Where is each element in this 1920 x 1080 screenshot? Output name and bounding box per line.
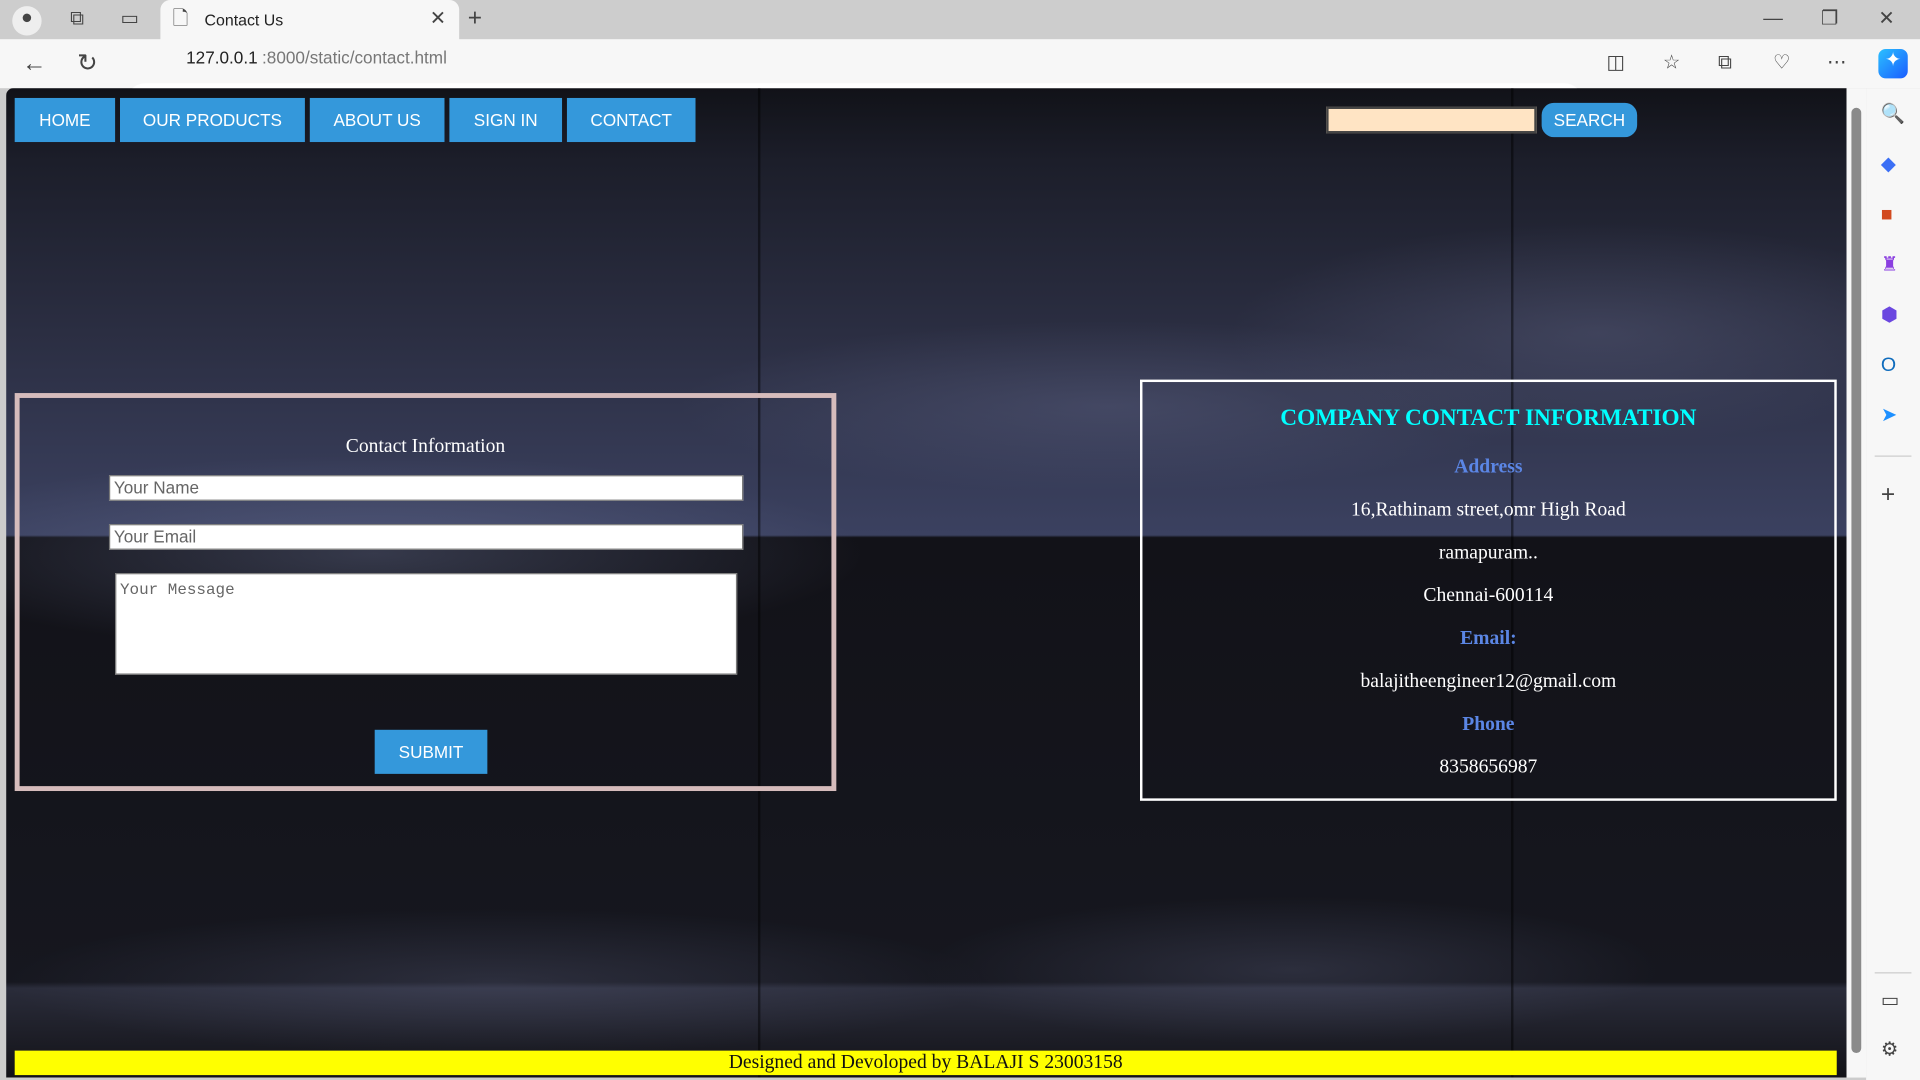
profile-icon[interactable]: ● [12,6,42,36]
name-input[interactable]: Your Name [108,475,744,501]
hide-sidebar-icon[interactable]: ▭ [1881,989,1900,1013]
new-tab-icon[interactable]: + [468,6,482,30]
email-label: Email: [1460,628,1517,649]
submit-button[interactable]: SUBMIT [374,729,488,774]
divider [1874,455,1912,457]
refresh-icon[interactable]: ↻ [77,51,98,75]
workspaces-icon[interactable]: ⧉ [64,7,91,31]
settings-gear-icon[interactable]: ⚙ [1881,1038,1899,1062]
office-icon[interactable]: ⬢ [1881,304,1898,328]
email-value: balajitheengineer12@gmail.com [1360,671,1617,692]
back-icon[interactable]: ← [22,51,46,75]
scrollbar-thumb[interactable] [1851,107,1862,1054]
nav-sign-in[interactable]: SIGN IN [449,97,563,143]
address-bar-row: ← ↻ i 127.0.0.1 :8000/static/contact.htm… [0,39,1920,122]
email-input[interactable]: Your Email [108,524,744,550]
tools-icon[interactable]: ■ [1881,203,1893,227]
page-content: HOME OUR PRODUCTS ABOUT US SIGN IN CONTA… [6,88,1847,1078]
url-path[interactable]: :8000/static/contact.html [262,48,447,69]
close-tab-icon[interactable]: ✕ [430,7,446,31]
phone-value: 8358656987 [1439,756,1538,778]
nav-contact[interactable]: CONTACT [566,97,696,143]
form-title: Contact Information [345,435,506,457]
games-icon[interactable]: ♜ [1881,253,1899,277]
search-icon[interactable]: 🔍 [1881,103,1905,127]
tab-actions-icon[interactable]: ▭ [116,7,143,31]
url-host[interactable]: 127.0.0.1 [186,48,257,69]
address-line: Chennai-600114 [1423,585,1554,607]
browser-essentials-icon[interactable]: ♡ [1773,51,1791,75]
shopping-tag-icon[interactable]: ◆ [1881,153,1896,177]
page-icon: 🗋 [172,8,189,30]
contact-form: Contact Information Your Name Your Email… [14,393,837,792]
company-info-title: COMPANY CONTACT INFORMATION [1280,405,1697,432]
send-icon[interactable]: ➤ [1881,404,1897,428]
close-window-icon[interactable]: ✕ [1878,7,1894,31]
nav-our-products[interactable]: OUR PRODUCTS [120,97,305,143]
address-line: ramapuram.. [1438,542,1538,564]
nav-home[interactable]: HOME [14,97,116,143]
add-icon[interactable]: + [1881,482,1895,506]
tab-bar: ● ⧉ ▭ 🗋 Contact Us ✕ + — ❐ ✕ [0,0,1920,41]
divider [1874,972,1912,974]
phone-label: Phone [1462,713,1515,735]
nav-about-us[interactable]: ABOUT US [309,97,445,143]
edge-sidebar: 🔍 ◆ ■ ♜ ⬢ O ➤ + ▭ ⚙ [1866,88,1920,1080]
tab-title: Contact Us [204,11,284,30]
minimize-icon[interactable]: — [1763,7,1783,31]
search-input[interactable] [1326,106,1537,134]
scrollbar[interactable] [1846,88,1867,1078]
restore-icon[interactable]: ❐ [1821,7,1839,31]
footer: Designed and Devoloped by BALAJI S 23003… [14,1050,1837,1076]
more-icon[interactable]: ⋯ [1827,51,1847,75]
collections-icon[interactable]: ⧉ [1718,51,1732,75]
split-screen-icon[interactable]: ◫ [1607,51,1626,75]
outlook-icon[interactable]: O [1881,354,1896,378]
message-textarea[interactable]: Your Message [115,573,738,675]
address-line: 16,Rathinam street,omr High Road [1350,499,1626,521]
company-contact-info: COMPANY CONTACT INFORMATION Address 16,R… [1140,379,1837,801]
copilot-icon[interactable]: ✦ [1878,48,1908,79]
tab-contact-us[interactable]: 🗋 Contact Us ✕ [160,0,460,41]
address-label: Address [1454,456,1523,478]
search-button[interactable]: SEARCH [1541,102,1638,138]
favorites-icon[interactable]: ☆ [1663,51,1681,75]
